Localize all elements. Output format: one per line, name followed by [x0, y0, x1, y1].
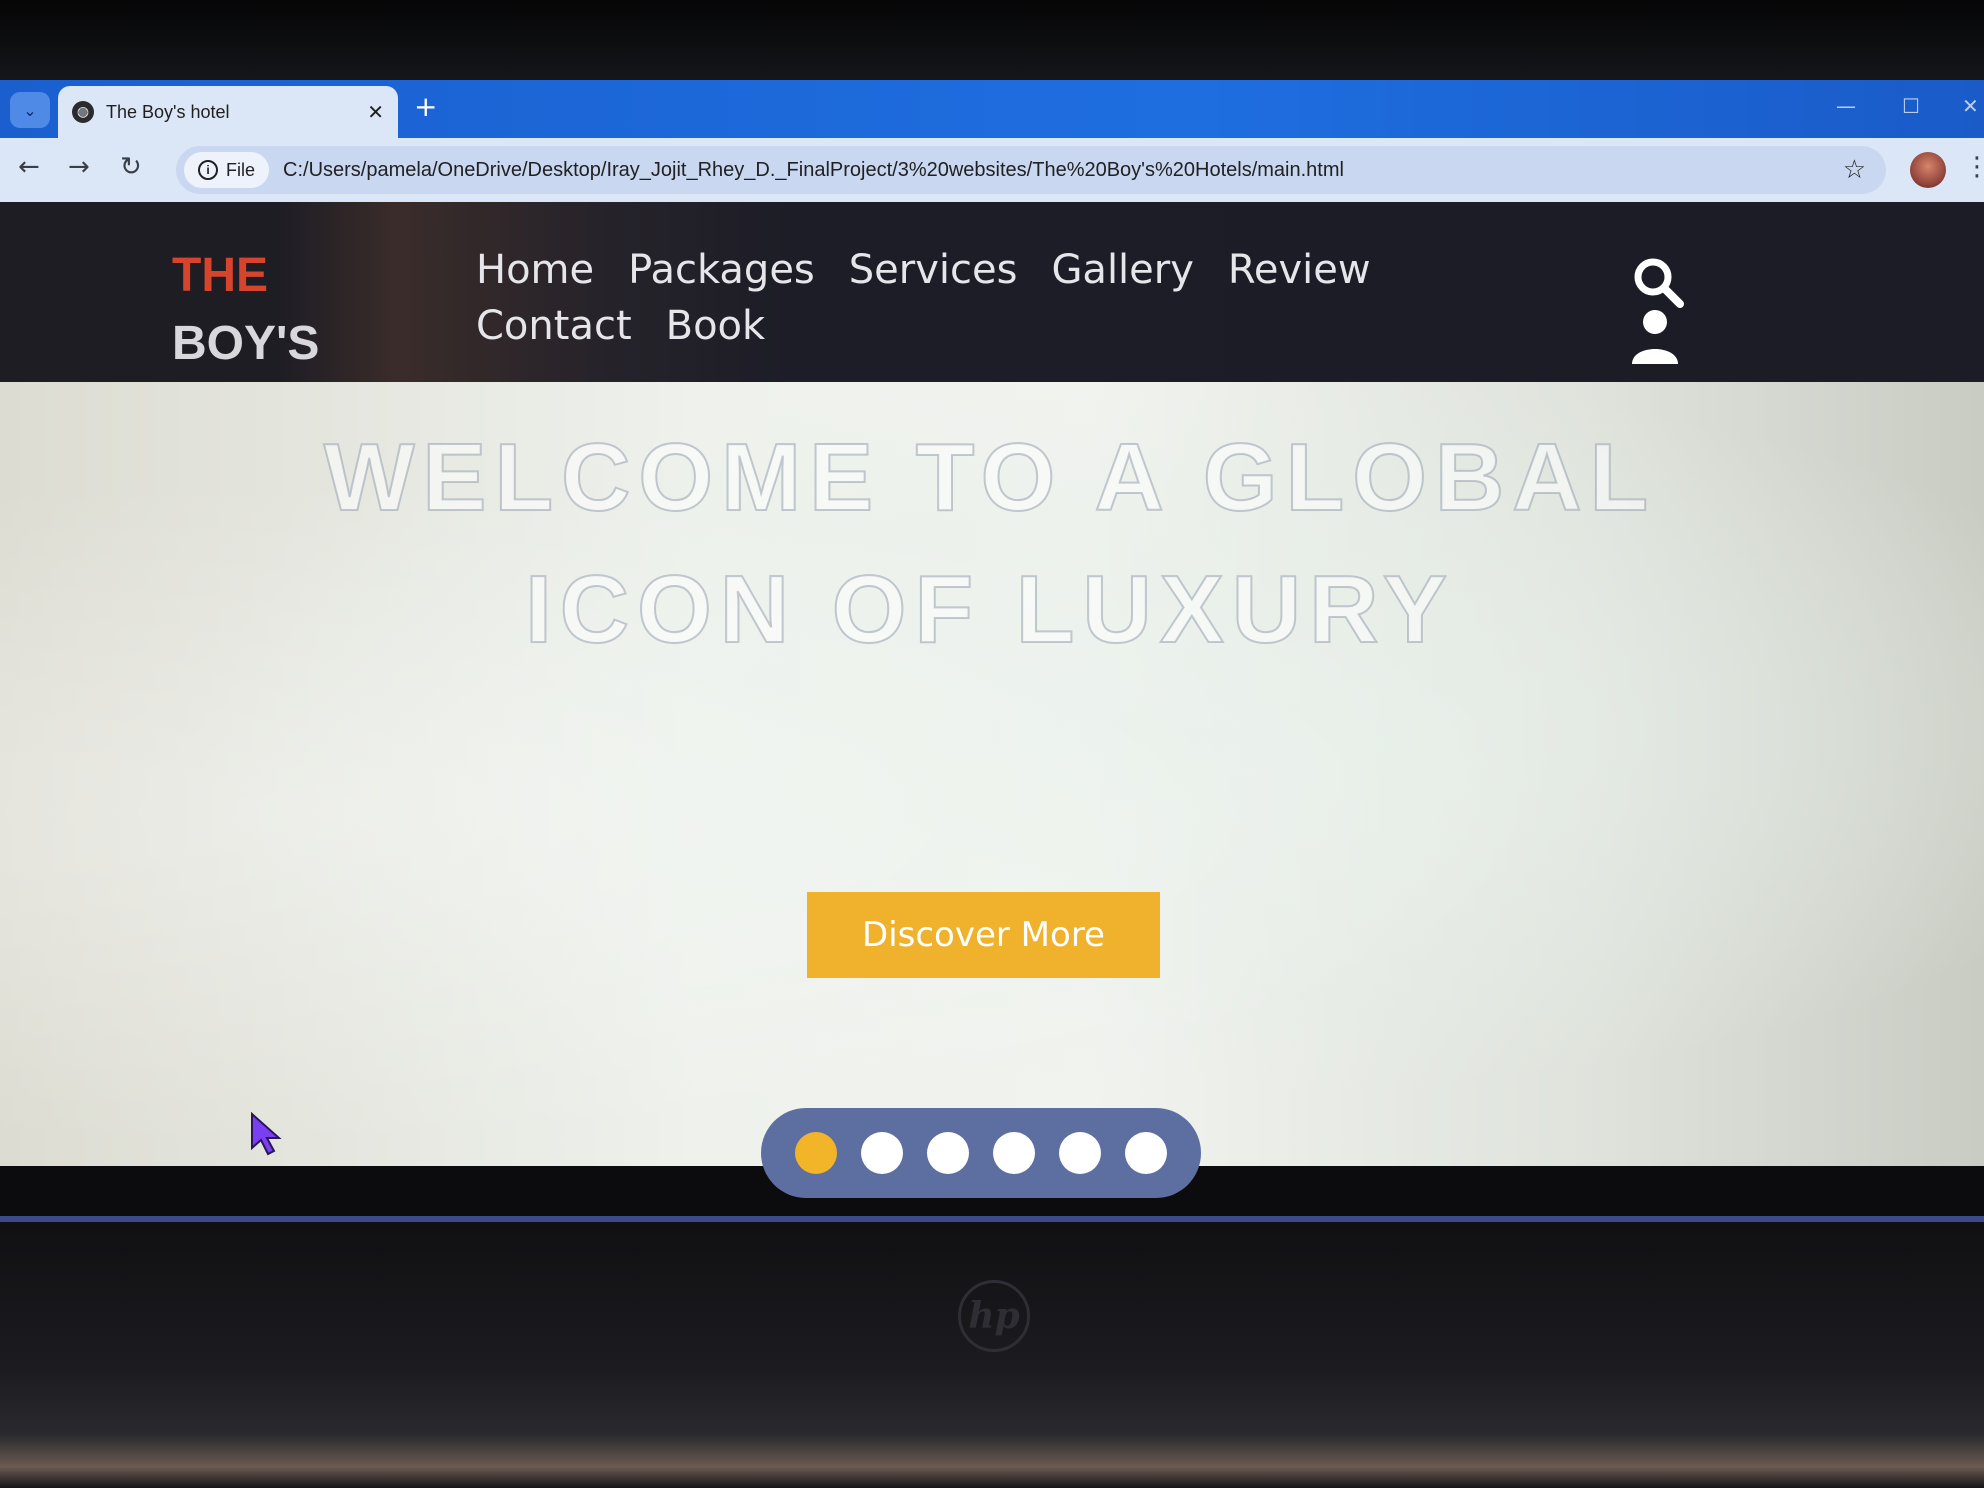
- browser-tab-strip: ⌄ ◍ The Boy's hotel ✕ + — ☐ ✕: [0, 80, 1984, 138]
- slider-dot[interactable]: [795, 1132, 837, 1174]
- logo-line-2: BOY'S: [172, 317, 320, 370]
- site-logo[interactable]: THE BOY'S: [172, 242, 319, 378]
- main-navigation: Home Packages Services Gallery Review Contact…: [476, 242, 1566, 354]
- nav-packages[interactable]: Packages: [628, 242, 815, 298]
- star-icon[interactable]: ☆: [1843, 155, 1866, 185]
- address-bar[interactable]: i File C:/Users/pamela/OneDrive/Desktop/…: [176, 146, 1886, 194]
- hp-logo-icon: hp: [958, 1280, 1030, 1352]
- mouse-cursor-icon: [251, 1112, 282, 1156]
- laptop-bezel-bottom: hp: [0, 1222, 1984, 1488]
- tab-title: The Boy's hotel: [106, 101, 230, 122]
- reload-icon[interactable]: ↻: [120, 152, 142, 182]
- nav-contact[interactable]: Contact: [476, 298, 632, 354]
- user-icon[interactable]: [1630, 308, 1680, 366]
- logo-line-1: THE: [172, 249, 268, 302]
- site-info-chip[interactable]: i File: [184, 152, 270, 188]
- profile-avatar[interactable]: [1910, 152, 1946, 188]
- forward-arrow-icon[interactable]: →: [68, 152, 90, 182]
- browser-menu-icon[interactable]: ⋮: [1964, 152, 1984, 182]
- browser-tab[interactable]: ◍ The Boy's hotel ✕: [58, 86, 398, 138]
- laptop-screen: ⌄ ◍ The Boy's hotel ✕ + — ☐ ✕ ← → ↻ i Fi…: [0, 80, 1984, 1222]
- slider-dot[interactable]: [1125, 1132, 1167, 1174]
- close-window-icon[interactable]: ✕: [1962, 94, 1979, 118]
- nav-book[interactable]: Book: [666, 298, 766, 354]
- back-arrow-icon[interactable]: ←: [18, 152, 40, 182]
- slider-dot[interactable]: [993, 1132, 1035, 1174]
- nav-review[interactable]: Review: [1228, 242, 1371, 298]
- hero-title: WELCOME TO A GLOBAL ICON OF LUXURY: [323, 423, 1657, 664]
- site-header: THE BOY'S Home Packages Services Gallery Rev…: [0, 202, 1984, 382]
- info-icon: i: [198, 160, 218, 180]
- slider-dot[interactable]: [1059, 1132, 1101, 1174]
- globe-icon: ◍: [72, 101, 94, 123]
- site-chip-label: File: [226, 159, 256, 180]
- browser-toolbar: ← → ↻ i File C:/Users/pamela/OneDrive/De…: [0, 138, 1984, 202]
- minimize-window-icon[interactable]: —: [1836, 94, 1856, 118]
- slider-dot[interactable]: [861, 1132, 903, 1174]
- slider-dots: [761, 1108, 1201, 1198]
- nav-services[interactable]: Services: [849, 242, 1018, 298]
- nav-gallery[interactable]: Gallery: [1051, 242, 1193, 298]
- slider-dot[interactable]: [927, 1132, 969, 1174]
- maximize-window-icon[interactable]: ☐: [1902, 94, 1920, 118]
- hero-section: WELCOME TO A GLOBAL ICON OF LUXURY Disco…: [0, 382, 1984, 1198]
- close-tab-icon[interactable]: ✕: [367, 100, 384, 124]
- tab-search-chevron-icon[interactable]: ⌄: [10, 92, 50, 128]
- url-text[interactable]: C:/Users/pamela/OneDrive/Desktop/Iray_Jo…: [283, 159, 1843, 182]
- new-tab-button[interactable]: +: [414, 90, 437, 123]
- discover-more-button[interactable]: Discover More: [807, 892, 1160, 978]
- laptop-bezel-top: [0, 0, 1984, 80]
- search-icon[interactable]: [1630, 254, 1686, 310]
- nav-home[interactable]: Home: [476, 242, 594, 298]
